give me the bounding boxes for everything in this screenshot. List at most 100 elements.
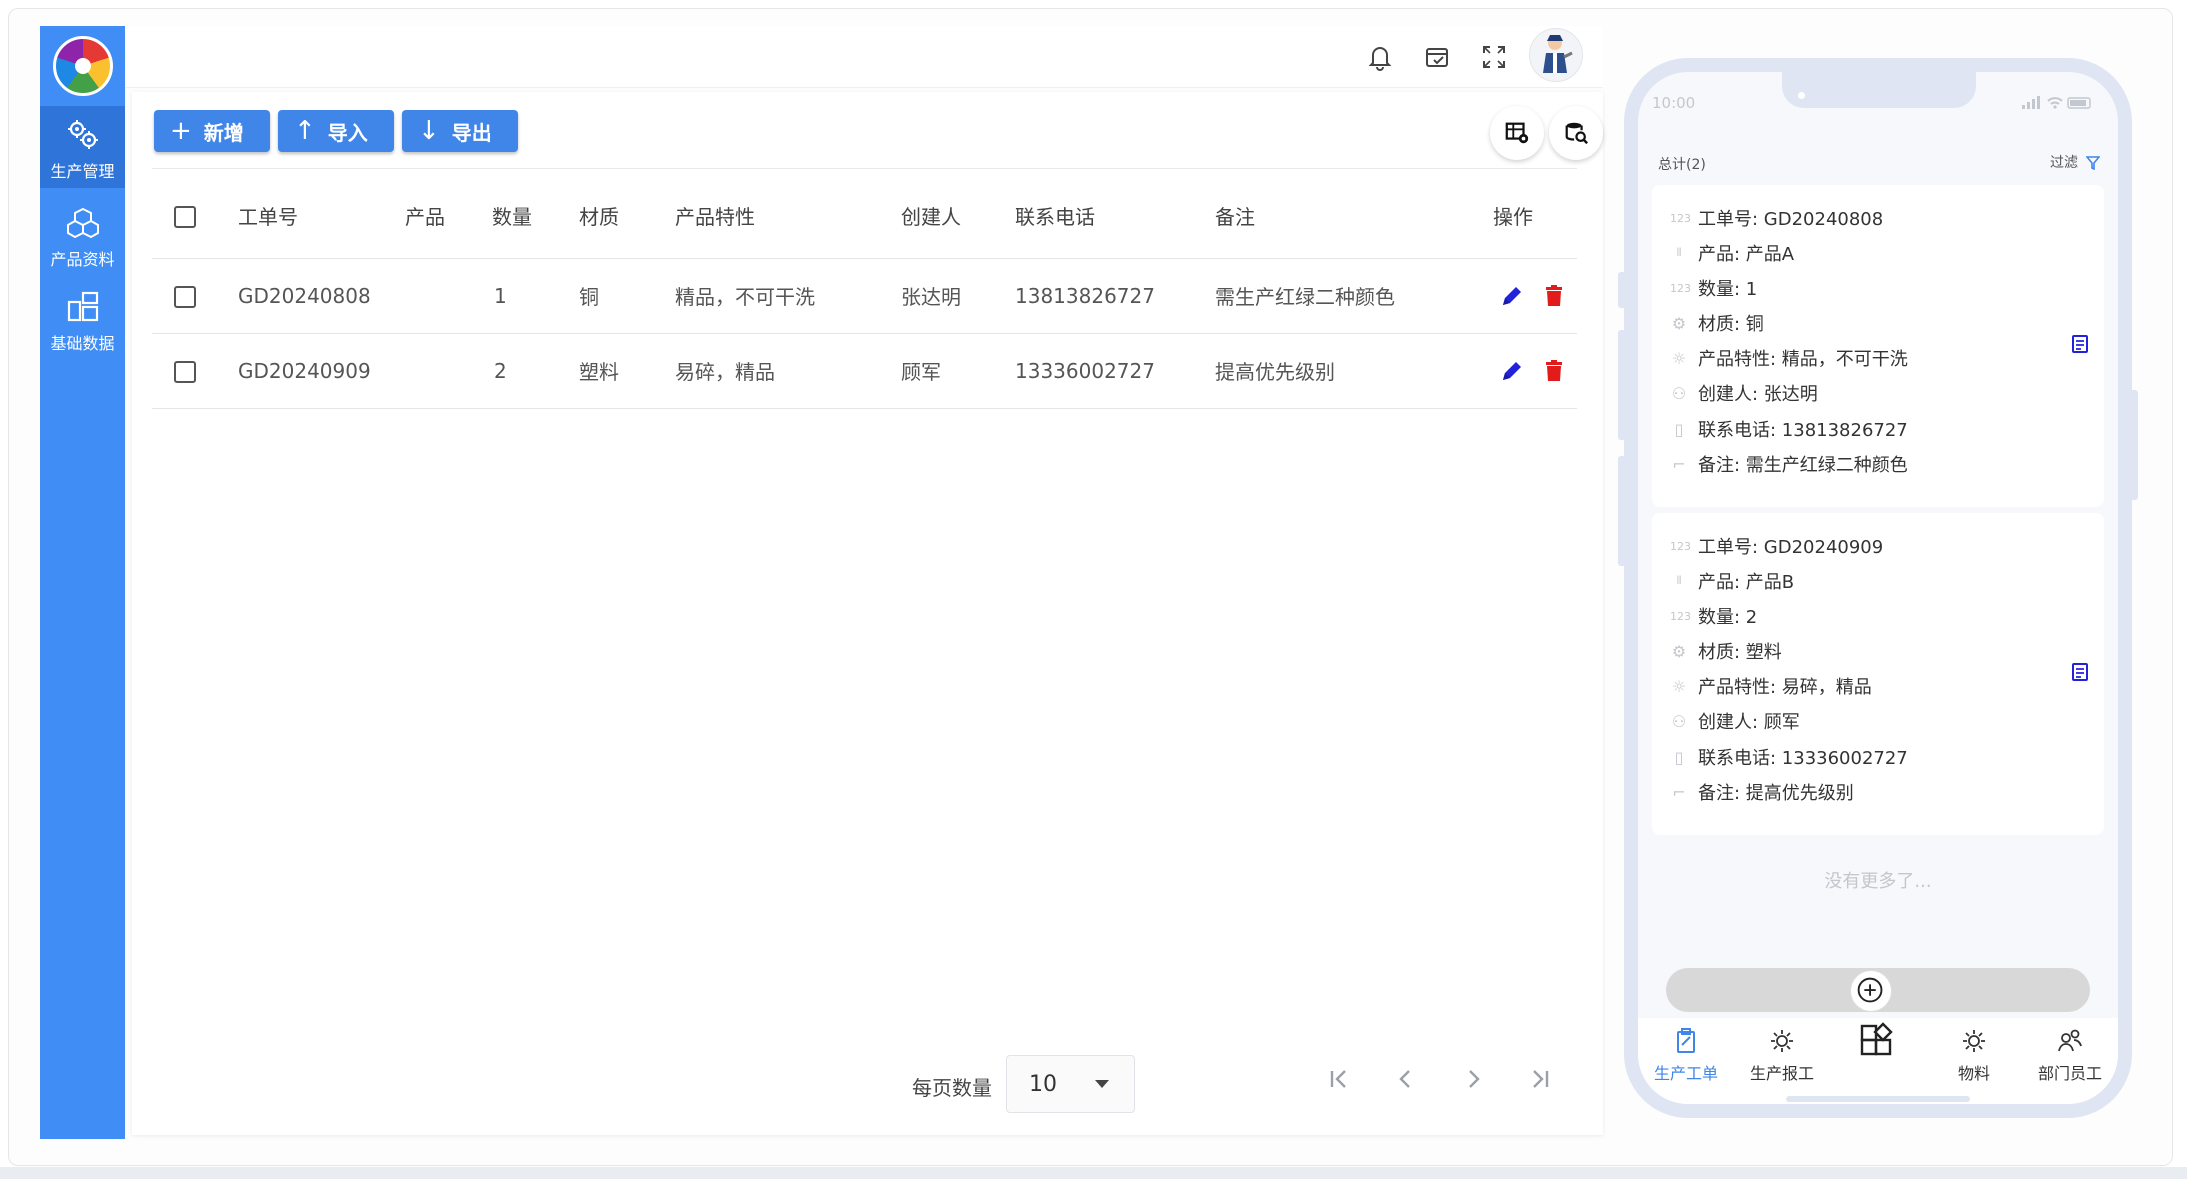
last-page-icon[interactable] xyxy=(1525,1064,1555,1094)
phone-icon: ▯ xyxy=(1674,419,1684,439)
card-qty: 数量: 2 xyxy=(1698,607,1758,628)
sun-icon xyxy=(1771,1030,1793,1052)
number-icon: 123 xyxy=(1670,539,1691,553)
number-icon: 123 xyxy=(1670,211,1691,225)
search-data-button[interactable] xyxy=(1549,106,1603,160)
users-icon xyxy=(2058,1029,2082,1052)
filter-icon xyxy=(2085,156,2102,171)
tab-work-orders[interactable]: 生产工单 xyxy=(1638,1026,1734,1084)
sidebar-item-production[interactable]: 生产管理 xyxy=(40,106,125,188)
first-page-icon[interactable] xyxy=(1324,1064,1354,1094)
no-more-text: 没有更多了... xyxy=(1824,871,1932,892)
edit-note-icon[interactable] xyxy=(2070,661,2092,683)
row-checkbox[interactable] xyxy=(174,285,196,308)
export-button-label: 导出 xyxy=(451,120,492,145)
filter-button[interactable]: 过滤 xyxy=(2050,152,2102,172)
plus-icon: + xyxy=(170,116,192,146)
bell-icon[interactable] xyxy=(1365,42,1395,72)
fullscreen-icon[interactable] xyxy=(1479,42,1509,72)
card-feature: 产品特性: 易碎，精品 xyxy=(1698,677,1872,698)
card-creator: 创建人: 顾军 xyxy=(1698,712,1800,733)
sidebar: 生产管理 产品资料 基础数据 xyxy=(40,26,125,1139)
users-icon: ⚇ xyxy=(1671,383,1687,403)
next-page-icon[interactable] xyxy=(1458,1064,1488,1094)
gear-icon: ⚙ xyxy=(1671,313,1687,333)
edit-pencil-icon[interactable] xyxy=(1499,358,1525,384)
column-header[interactable]: 材质 xyxy=(579,174,675,259)
add-button[interactable]: + 新增 xyxy=(154,110,270,152)
cell-order-no: GD20240808 xyxy=(238,258,405,334)
mobile-tab-bar: 生产工单 生产报工 物料 部门员工 xyxy=(1638,1018,2118,1104)
card-feature: 产品特性: 精品，不可干洗 xyxy=(1698,349,1908,370)
gears-icon xyxy=(67,120,98,149)
cell-note: 提高优先级别 xyxy=(1215,333,1493,409)
sidebar-item-basic-data[interactable]: 基础数据 xyxy=(40,278,125,360)
blocks-icon xyxy=(67,291,98,322)
note-icon: ⌐ xyxy=(1672,782,1686,802)
delete-trash-icon[interactable] xyxy=(1541,358,1567,384)
user-figure-icon xyxy=(1543,35,1573,73)
row-checkbox[interactable] xyxy=(174,360,196,383)
work-order-table: 工单号 产品 数量 材质 产品特性 创建人 联系电话 备注 操作 GD20240… xyxy=(152,174,1577,409)
card-product: 产品: 产品B xyxy=(1698,572,1795,593)
top-header xyxy=(125,26,1603,88)
card-creator: 创建人: 张达明 xyxy=(1698,384,1818,405)
edit-pencil-icon[interactable] xyxy=(1499,283,1525,309)
toolbar-divider xyxy=(152,168,1577,169)
tasks-icon[interactable] xyxy=(1422,42,1452,72)
cell-material: 塑料 xyxy=(579,333,675,409)
sidebar-item-products[interactable]: 产品资料 xyxy=(40,194,125,276)
column-settings-button[interactable] xyxy=(1490,106,1544,160)
phone-notch xyxy=(1782,72,1976,108)
sidebar-item-label: 基础数据 xyxy=(50,334,115,353)
user-avatar[interactable] xyxy=(1529,28,1583,82)
card-phone: 联系电话: 13336002727 xyxy=(1698,748,1908,769)
filter-label: 过滤 xyxy=(2050,155,2078,171)
tab-label: 物料 xyxy=(1957,1064,1990,1083)
add-fab-button[interactable] xyxy=(1850,970,1892,1012)
cell-feature: 精品，不可干洗 xyxy=(675,258,901,334)
order-card[interactable]: 123 工单号: GD20240909 ⫴ 产品: 产品B 123 数量: 2 ⚙ 材质… xyxy=(1652,513,2104,835)
tab-staff[interactable]: 部门员工 xyxy=(2022,1026,2118,1084)
tab-label: 生产报工 xyxy=(1749,1064,1814,1083)
cell-material: 铜 xyxy=(579,258,675,334)
cell-phone: 13336002727 xyxy=(1015,333,1215,409)
import-button[interactable]: ↑ 导入 xyxy=(278,110,394,152)
per-page-select[interactable]: 10 xyxy=(1006,1055,1135,1113)
card-phone: 联系电话: 13813826727 xyxy=(1698,420,1908,441)
tab-production-report[interactable]: 生产报工 xyxy=(1734,1026,1830,1084)
column-header[interactable]: 产品特性 xyxy=(675,174,901,259)
table-settings-icon xyxy=(1505,122,1529,144)
sun-icon: ☼ xyxy=(1671,676,1687,696)
column-header[interactable]: 产品 xyxy=(405,174,492,259)
cubes-icon xyxy=(66,207,99,239)
delete-trash-icon[interactable] xyxy=(1541,283,1567,309)
per-page-label: 每页数量 xyxy=(912,1076,992,1100)
column-header[interactable]: 创建人 xyxy=(901,174,1015,259)
prev-page-icon[interactable] xyxy=(1391,1064,1421,1094)
column-header[interactable]: 工单号 xyxy=(238,174,405,259)
export-button[interactable]: ↓ 导出 xyxy=(402,110,518,152)
add-button-label: 新增 xyxy=(203,120,244,145)
edit-note-icon[interactable] xyxy=(2070,333,2092,355)
tab-materials[interactable]: 物料 xyxy=(1926,1026,2022,1084)
select-all-checkbox[interactable] xyxy=(174,206,196,228)
clipboard-icon xyxy=(1677,1028,1695,1053)
tool-icon: ⫴ xyxy=(1676,574,1682,587)
column-header[interactable]: 备注 xyxy=(1215,174,1493,259)
card-qty: 数量: 1 xyxy=(1698,279,1758,300)
app-logo xyxy=(53,36,113,96)
card-order-no: 工单号: GD20240909 xyxy=(1698,537,1884,558)
bottom-strip xyxy=(0,1167,2187,1179)
order-card[interactable]: 123 工单号: GD20240808 ⫴ 产品: 产品A 123 数量: 1 ⚙ 材质… xyxy=(1652,185,2104,507)
table-row[interactable]: GD20240808 1 铜 精品，不可干洗 张达明 13813826727 需… xyxy=(152,258,1577,334)
tab-apps[interactable] xyxy=(1830,1022,1926,1066)
column-header[interactable]: 数量 xyxy=(492,174,579,259)
total-count: 总计(2) xyxy=(1658,157,1706,173)
status-icons xyxy=(2022,96,2091,109)
table-row[interactable]: GD20240909 2 塑料 易碎，精品 顾军 13336002727 提高优… xyxy=(152,333,1577,409)
column-header[interactable]: 联系电话 xyxy=(1015,174,1215,259)
cell-creator: 张达明 xyxy=(901,258,1015,334)
card-product: 产品: 产品A xyxy=(1698,244,1795,265)
tab-label: 生产工单 xyxy=(1653,1064,1718,1083)
